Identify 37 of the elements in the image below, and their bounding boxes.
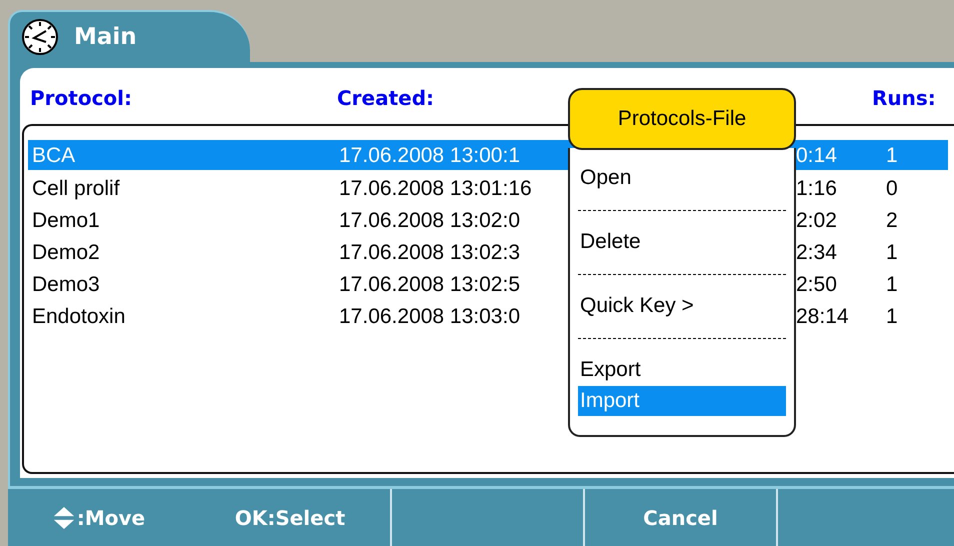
date-fragment: 2:50 bbox=[796, 274, 837, 294]
date-fragment: 2:02 bbox=[796, 210, 837, 230]
created-date: 17.06.2008 13:00:1 bbox=[339, 144, 520, 166]
clock-icon bbox=[20, 17, 60, 57]
date-fragment: 1:16 bbox=[796, 178, 837, 198]
column-header: Runs: bbox=[872, 86, 936, 112]
protocol-name[interactable]: Demo3 bbox=[32, 274, 100, 294]
up-down-arrows-icon bbox=[52, 506, 75, 530]
created-date: 17.06.2008 13:02:5 bbox=[339, 274, 520, 294]
menu-item[interactable]: Delete bbox=[578, 226, 786, 258]
column-header: Created: bbox=[337, 86, 434, 112]
date-fragment: 2:34 bbox=[796, 242, 837, 262]
protocol-name[interactable]: Cell prolif bbox=[32, 178, 120, 198]
created-date: 17.06.2008 13:03:0 bbox=[339, 306, 520, 326]
runs-count: 0 bbox=[886, 178, 898, 198]
protocol-name[interactable]: Demo2 bbox=[32, 242, 100, 262]
softkey[interactable]: OK:Select bbox=[234, 506, 346, 530]
protocol-name[interactable]: Endotoxin bbox=[32, 306, 126, 326]
runs-count: 2 bbox=[886, 210, 898, 230]
date-fragment: 28:14 bbox=[796, 306, 849, 326]
popup-title: Protocols-File bbox=[568, 88, 796, 150]
column-header: Protocol: bbox=[30, 86, 132, 112]
created-date: 17.06.2008 13:01:16 bbox=[339, 178, 532, 198]
runs-count: 1 bbox=[886, 274, 898, 294]
runs-count: 1 bbox=[886, 242, 898, 262]
menu-item[interactable]: Export bbox=[578, 354, 786, 386]
created-date: 17.06.2008 13:02:3 bbox=[339, 242, 520, 262]
runs-count: 1 bbox=[886, 144, 898, 166]
menu-item[interactable]: Open bbox=[578, 162, 786, 194]
softkey[interactable]: Cancel bbox=[643, 506, 718, 530]
main-tab[interactable]: Main bbox=[8, 10, 250, 62]
protocol-name[interactable]: Demo1 bbox=[32, 210, 100, 230]
move-softkey[interactable]: :Move bbox=[52, 506, 146, 530]
created-date: 17.06.2008 13:02:0 bbox=[339, 210, 520, 230]
date-fragment: 0:14 bbox=[796, 144, 837, 166]
runs-count: 1 bbox=[886, 306, 898, 326]
menu-item[interactable]: Quick Key > bbox=[578, 290, 786, 322]
